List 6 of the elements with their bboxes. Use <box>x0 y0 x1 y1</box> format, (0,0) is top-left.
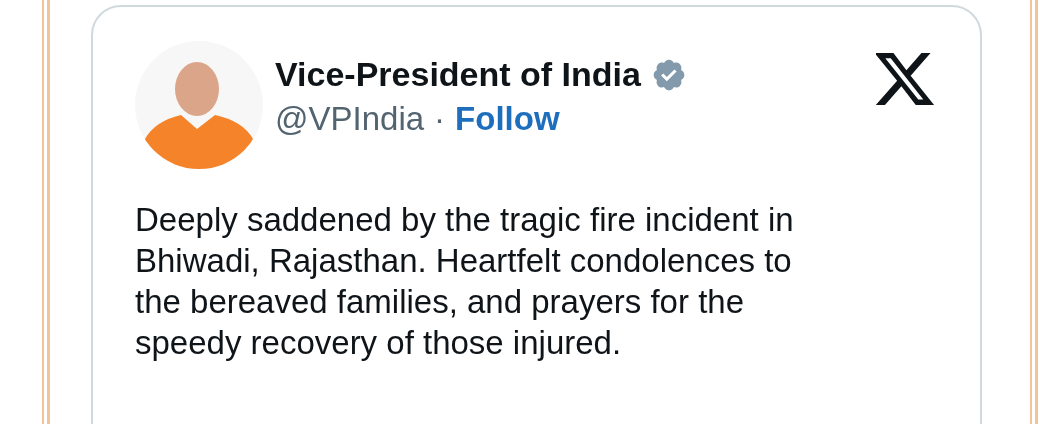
tweet-text: Deeply saddened by the tragic fire incident in Bhiwadi, Rajasthan. Heartfelt condolences to the bereaved families, and prayers for the speedy recovery of those injured. <box>135 200 795 363</box>
follow-link[interactable]: Follow <box>455 100 560 138</box>
author-name: Vice-President of India <box>275 55 641 94</box>
handle: @VPIndia <box>275 100 425 138</box>
x-logo-icon[interactable] <box>876 53 936 105</box>
separator: · <box>434 100 446 138</box>
